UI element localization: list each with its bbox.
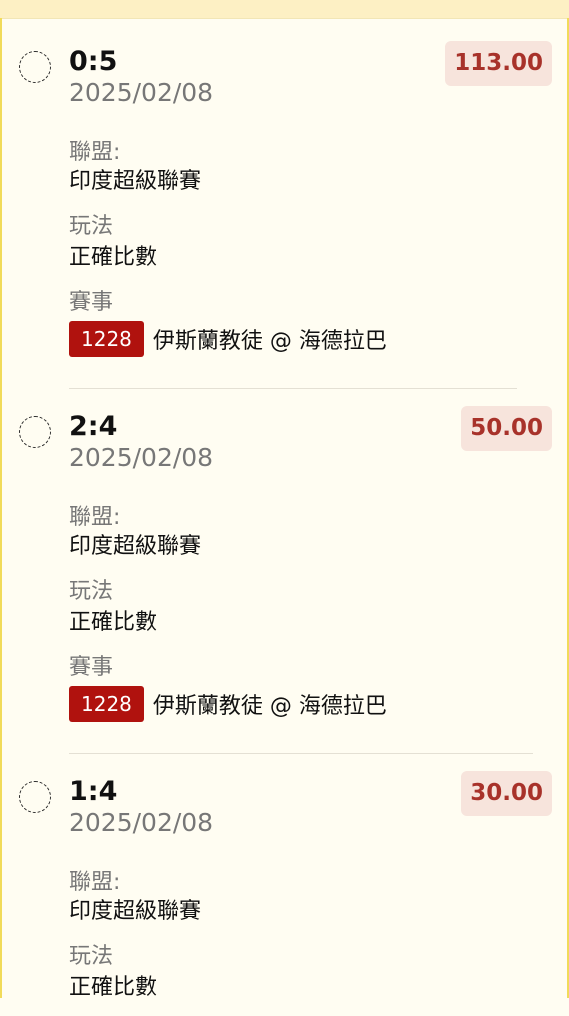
odds-badge: 30.00 xyxy=(461,771,552,816)
bet-date: 2025/02/08 xyxy=(69,443,214,472)
league-label: 聯盟: xyxy=(69,505,121,530)
play-label: 玩法 xyxy=(69,944,114,969)
play-value: 正確比數 xyxy=(69,245,158,270)
bet-item: 0:5 2025/02/08 113.00 聯盟: 印度超級聯賽 玩法 正確比數… xyxy=(0,18,569,389)
select-radio[interactable] xyxy=(19,51,51,83)
odds-badge: 113.00 xyxy=(445,41,552,86)
event-teams: 伊斯蘭教徒 @ 海德拉巴 xyxy=(152,329,387,354)
league-value: 印度超級聯賽 xyxy=(69,534,202,559)
bet-item: 1:4 2025/02/08 30.00 聯盟: 印度超級聯賽 玩法 正確比數 xyxy=(0,748,569,1016)
league-value: 印度超級聯賽 xyxy=(69,899,202,924)
event-row: 1228 伊斯蘭教徒 @ 海德拉巴 xyxy=(69,686,387,722)
event-label: 賽事 xyxy=(69,655,114,680)
event-row: 1228 伊斯蘭教徒 @ 海德拉巴 xyxy=(69,321,387,357)
bet-date: 2025/02/08 xyxy=(69,78,214,107)
odds-badge: 50.00 xyxy=(461,406,552,451)
select-radio[interactable] xyxy=(19,781,51,813)
league-label: 聯盟: xyxy=(69,870,121,895)
bet-item: 2:4 2025/02/08 50.00 聯盟: 印度超級聯賽 玩法 正確比數 … xyxy=(0,383,569,754)
league-label: 聯盟: xyxy=(69,140,121,165)
event-teams: 伊斯蘭教徒 @ 海德拉巴 xyxy=(152,694,387,719)
play-value: 正確比數 xyxy=(69,610,158,635)
event-label: 賽事 xyxy=(69,290,114,315)
header-strip xyxy=(0,0,569,19)
selection-score: 0:5 xyxy=(69,46,118,77)
bet-list: 0:5 2025/02/08 113.00 聯盟: 印度超級聯賽 玩法 正確比數… xyxy=(0,18,569,1016)
play-label: 玩法 xyxy=(69,579,114,604)
selection-score: 2:4 xyxy=(69,411,118,442)
select-radio[interactable] xyxy=(19,416,51,448)
match-number-badge: 1228 xyxy=(69,321,144,357)
play-label: 玩法 xyxy=(69,214,114,239)
bet-date: 2025/02/08 xyxy=(69,808,214,837)
league-value: 印度超級聯賽 xyxy=(69,169,202,194)
match-number-badge: 1228 xyxy=(69,686,144,722)
selection-score: 1:4 xyxy=(69,776,118,807)
